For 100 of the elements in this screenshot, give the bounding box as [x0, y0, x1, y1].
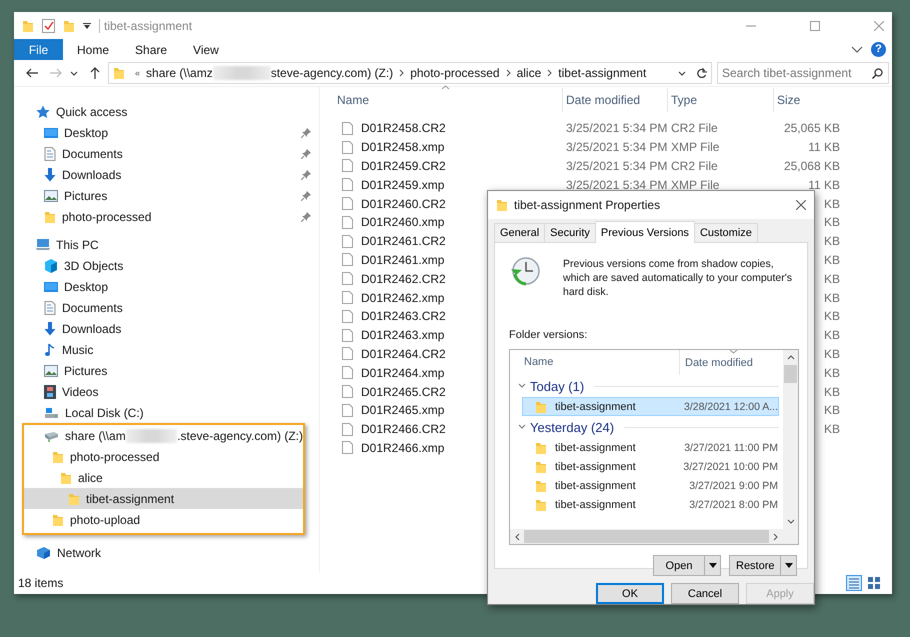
file-name[interactable]: D01R2459.xmp	[361, 178, 444, 192]
version-row[interactable]: tibet-assignment 3/27/2021 9:00 PM	[522, 476, 779, 495]
split-button[interactable]: Restore	[729, 555, 781, 576]
column-header[interactable]: Date modified	[563, 88, 668, 112]
column-header[interactable]: Type	[668, 88, 774, 112]
nav-item[interactable]: Local Disk (C:)	[14, 402, 319, 423]
file-name[interactable]: D01R2466.CR2	[361, 422, 446, 436]
pin-icon[interactable]	[301, 148, 311, 158]
nav-item[interactable]: Documents	[14, 297, 319, 318]
dialog-tab[interactable]: Customize	[694, 223, 758, 242]
overflow-marker[interactable]: «	[135, 68, 140, 78]
scroll-up-icon[interactable]	[786, 355, 794, 360]
scroll-thumb[interactable]	[784, 365, 797, 383]
file-name[interactable]: D01R2464.xmp	[361, 366, 444, 380]
file-name[interactable]: D01R2462.CR2	[361, 272, 446, 286]
file-name[interactable]: D01R2463.CR2	[361, 309, 446, 324]
chevron-down-icon[interactable]	[851, 46, 863, 54]
file-name[interactable]: D01R2458.CR2	[361, 121, 446, 136]
pin-icon[interactable]	[301, 128, 311, 138]
details-view-icon[interactable]	[846, 575, 862, 591]
chevron-down-icon[interactable]	[518, 382, 526, 390]
nav-item[interactable]: Documents	[14, 143, 319, 164]
nav-item[interactable]: alice	[24, 467, 303, 488]
file-name[interactable]: D01R2458.xmp	[361, 140, 444, 154]
horizontal-scrollbar[interactable]	[510, 529, 798, 544]
breadcrumb-chevron-icon[interactable]	[506, 69, 511, 77]
nav-item[interactable]: Downloads	[14, 318, 319, 339]
file-name[interactable]: D01R2463.xmp	[361, 328, 444, 342]
scroll-thumb[interactable]	[524, 530, 769, 543]
maximize-icon[interactable]	[810, 20, 820, 30]
file-name[interactable]: D01R2466.xmp	[361, 440, 444, 455]
caret-icon[interactable]	[70, 70, 78, 76]
file-name[interactable]: D01R2460.xmp	[361, 215, 444, 230]
large-icons-view-icon[interactable]	[866, 575, 882, 591]
version-row[interactable]: tibet-assignment 3/27/2021 8:00 PM	[522, 495, 779, 514]
dialog-button[interactable]: Cancel	[671, 583, 739, 604]
file-name[interactable]: D01R2465.xmp	[361, 403, 444, 418]
column-header[interactable]: Size	[774, 88, 840, 112]
nav-item[interactable]: photo-processed	[24, 446, 303, 467]
dialog-tab[interactable]: Previous Versions	[594, 221, 695, 243]
pin-icon[interactable]	[301, 212, 311, 222]
nav-item[interactable]: Music	[14, 339, 319, 360]
close-icon[interactable]	[796, 200, 806, 210]
nav-item[interactable]: Pictures	[14, 360, 319, 381]
split-button[interactable]: Open	[653, 555, 705, 576]
file-tab[interactable]: File	[14, 39, 63, 60]
nav-item[interactable]: photo-processed	[14, 206, 319, 227]
column-header[interactable]: Name	[320, 88, 563, 112]
file-name[interactable]: D01R2460.CR2	[361, 196, 446, 211]
dialog-button[interactable]: OK	[596, 583, 664, 604]
nav-item[interactable]: share (\\am .steve-agency.com) (Z:)	[24, 425, 303, 446]
breadcrumb-segment[interactable]: steve-agency.com) (Z:)	[270, 66, 394, 80]
nav-item[interactable]: Pictures	[14, 185, 319, 206]
scroll-down-icon[interactable]	[786, 519, 794, 524]
version-row[interactable]: tibet-assignment 3/27/2021 10:00 PM	[522, 457, 779, 476]
refresh-icon[interactable]	[696, 68, 707, 78]
vertical-scrollbar[interactable]	[783, 350, 798, 529]
nav-item[interactable]: tibet-assignment	[24, 488, 303, 509]
nav-item[interactable]: Desktop	[14, 122, 319, 143]
nav-item[interactable]: Network	[14, 542, 319, 563]
pin-icon[interactable]	[301, 170, 311, 180]
column-header[interactable]: Name	[516, 350, 680, 375]
breadcrumb-segment[interactable]: tibet-assignment	[558, 66, 646, 80]
pin-icon[interactable]	[301, 190, 311, 200]
nav-item[interactable]: 3D Objects	[14, 255, 319, 276]
file-name[interactable]: D01R2459.CR2	[361, 158, 446, 173]
up-arrow-icon[interactable]	[90, 67, 100, 79]
chevron-down-icon[interactable]	[518, 423, 526, 431]
help-button[interactable]: ?	[871, 42, 886, 57]
breadcrumb-chevron-icon[interactable]	[547, 69, 552, 77]
back-arrow-icon[interactable]	[26, 68, 38, 78]
properties-icon[interactable]	[42, 18, 55, 32]
file-name[interactable]: D01R2462.xmp	[361, 290, 444, 305]
caret-icon[interactable]	[678, 70, 686, 76]
scroll-right-icon[interactable]	[773, 532, 778, 540]
search-field[interactable]: Search tibet-assignment	[717, 62, 889, 84]
version-row[interactable]: tibet-assignment 3/28/2021 12:00 A...	[522, 397, 779, 416]
breadcrumb-segment[interactable]: share (\\amz	[146, 66, 213, 80]
dropdown-arrow-button[interactable]	[781, 555, 797, 576]
file-name[interactable]: D01R2464.CR2	[361, 346, 446, 361]
dropdown-arrow-button[interactable]	[705, 555, 721, 576]
column-header[interactable]: Date modified	[680, 356, 753, 368]
group-header[interactable]: Today (1)	[530, 378, 584, 394]
breadcrumb-segment[interactable]: photo-processed	[410, 66, 500, 80]
file-name[interactable]: D01R2461.CR2	[361, 234, 446, 248]
version-row[interactable]: tibet-assignment 3/27/2021 11:00 PM	[522, 438, 779, 457]
group-header[interactable]: Yesterday (24)	[530, 420, 614, 434]
nav-item[interactable]: Quick access	[14, 101, 319, 122]
versions-list[interactable]	[509, 349, 799, 545]
dropdown-caret-icon[interactable]	[83, 22, 91, 28]
dialog-tab[interactable]: General	[494, 223, 546, 242]
nav-item[interactable]: Downloads	[14, 164, 319, 185]
nav-item[interactable]: Videos	[14, 381, 319, 402]
file-name[interactable]: D01R2465.CR2	[361, 384, 446, 399]
nav-item[interactable]: photo-upload	[24, 509, 303, 530]
breadcrumb-chevron-icon[interactable]	[399, 69, 404, 77]
scroll-left-icon[interactable]	[515, 532, 520, 540]
file-name[interactable]: D01R2461.xmp	[361, 252, 444, 267]
address-bar[interactable]: « share (\\amz steve-agency.com) (Z:) photo-processed alice tibet-assignment	[108, 62, 712, 84]
nav-item[interactable]: Desktop	[14, 276, 319, 297]
